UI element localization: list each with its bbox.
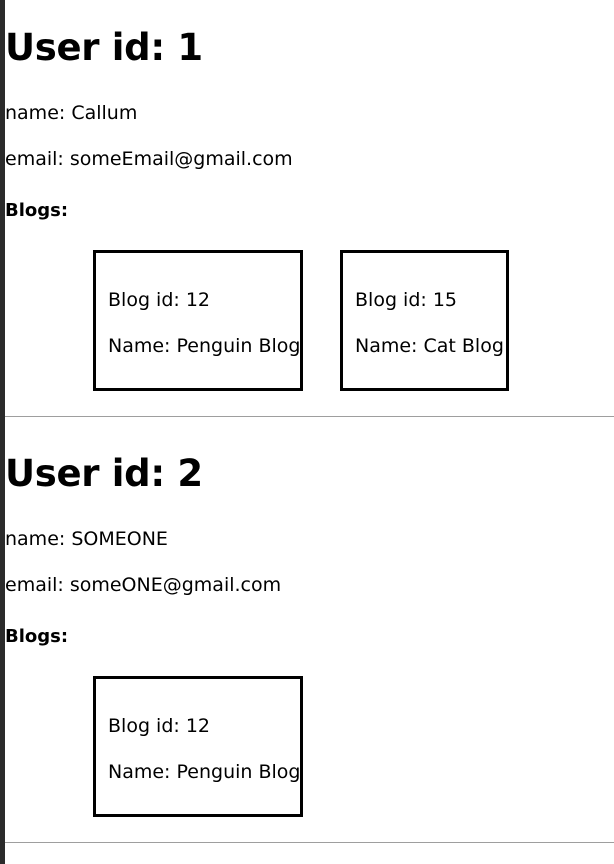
blogs-heading: Blogs: [5, 200, 69, 221]
section-divider [5, 416, 614, 417]
blog-card: Blog id: 12 Name: Penguin Blog [93, 250, 303, 391]
blog-name: Name: Penguin Blog [108, 335, 301, 357]
blog-card: Blog id: 15 Name: Cat Blog [340, 250, 509, 391]
user-section: User id: 2 name: SOMEONE email: someONE@… [5, 426, 614, 842]
blog-id: Blog id: 12 [108, 715, 210, 737]
user-title: User id: 2 [5, 452, 203, 495]
blog-name: Name: Penguin Blog [108, 761, 301, 783]
user-section: User id: 1 name: Callum email: someEmail… [5, 0, 614, 416]
user-email: email: someONE@gmail.com [5, 574, 282, 596]
blog-id: Blog id: 15 [355, 289, 457, 311]
user-title: User id: 1 [5, 26, 203, 69]
blog-name: Name: Cat Blog [355, 335, 504, 357]
blog-card: Blog id: 12 Name: Penguin Blog [93, 676, 303, 817]
blog-id: Blog id: 12 [108, 289, 210, 311]
user-email: email: someEmail@gmail.com [5, 148, 293, 170]
section-divider [5, 842, 614, 843]
blogs-heading: Blogs: [5, 626, 69, 647]
user-name: name: SOMEONE [5, 528, 168, 550]
user-name: name: Callum [5, 102, 138, 124]
